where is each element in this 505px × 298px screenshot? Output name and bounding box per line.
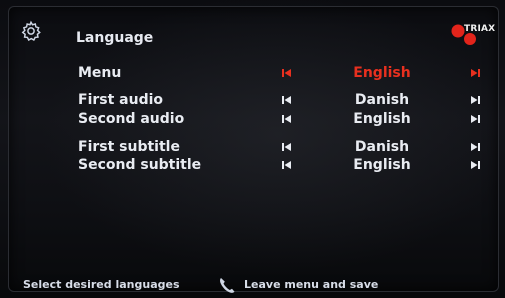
row-label: Second subtitle: [78, 157, 202, 173]
page-title: Language: [76, 30, 154, 46]
gear-icon: [21, 20, 41, 41]
footer-hint: Select desired languages: [23, 278, 180, 291]
skip-previous-icon[interactable]: [282, 114, 292, 124]
row-value[interactable]: English: [332, 156, 432, 174]
skip-previous-icon[interactable]: [282, 95, 292, 105]
footer-hint-bar: Select desired languages Leave menu and …: [0, 276, 505, 294]
row-value[interactable]: Danish: [332, 91, 432, 109]
skip-previous-icon[interactable]: [282, 68, 292, 78]
logo-text: TRIAX: [464, 24, 496, 34]
skip-previous-icon[interactable]: [282, 142, 292, 152]
language-row-menu[interactable]: Menu English: [0, 64, 505, 82]
language-row-second-audio[interactable]: Second audio English: [0, 110, 505, 128]
leave-menu-save-label[interactable]: Leave menu and save: [244, 278, 378, 291]
language-settings-screen: Language TRIAX Menu English First audio …: [0, 0, 505, 298]
language-row-second-subtitle[interactable]: Second subtitle English: [0, 156, 505, 174]
row-value[interactable]: Danish: [332, 138, 432, 156]
skip-next-icon[interactable]: [470, 95, 480, 105]
skip-next-icon[interactable]: [470, 114, 480, 124]
row-label: Menu: [78, 65, 122, 81]
row-value[interactable]: English: [332, 110, 432, 128]
skip-next-icon[interactable]: [470, 142, 480, 152]
skip-next-icon[interactable]: [470, 68, 480, 78]
skip-next-icon[interactable]: [470, 160, 480, 170]
language-row-first-subtitle[interactable]: First subtitle Danish: [0, 138, 505, 156]
row-label: First audio: [78, 92, 164, 108]
skip-previous-icon[interactable]: [282, 160, 292, 170]
phone-handset-icon[interactable]: [218, 276, 236, 294]
language-row-first-audio[interactable]: First audio Danish: [0, 91, 505, 109]
row-label: First subtitle: [78, 139, 180, 155]
row-label: Second audio: [78, 111, 185, 127]
row-value[interactable]: English: [332, 64, 432, 82]
